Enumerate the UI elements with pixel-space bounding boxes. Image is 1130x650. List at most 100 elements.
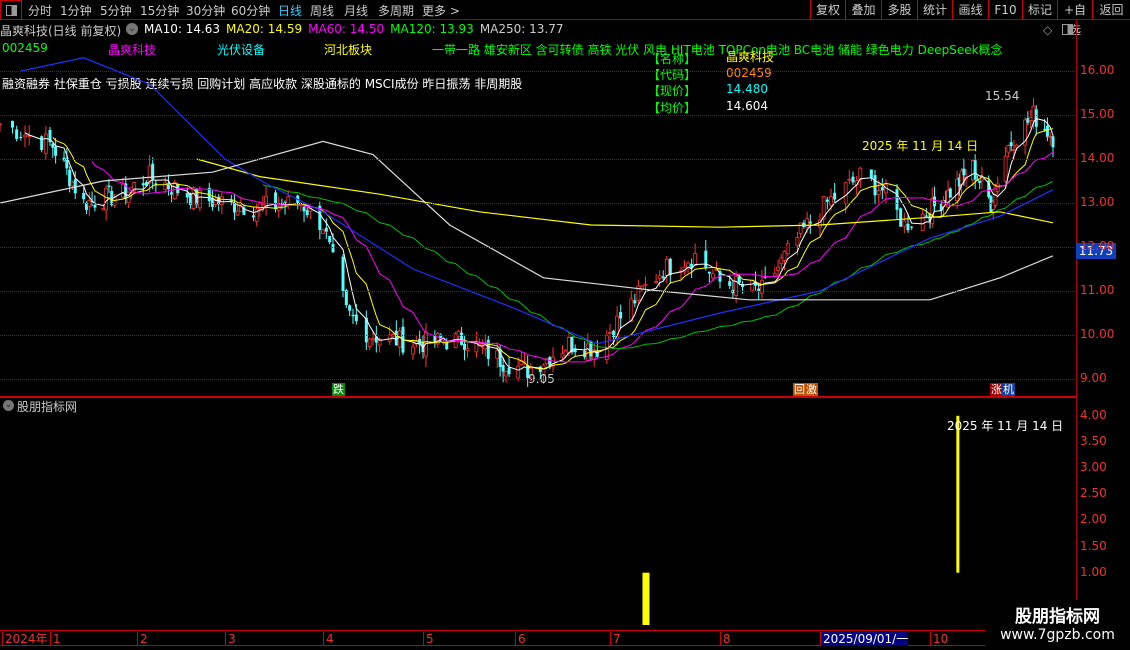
indicator-tick: 3.00 — [1080, 460, 1107, 475]
info-code-label: 【代码】 — [648, 68, 697, 82]
candle — [808, 214, 812, 234]
candle — [585, 333, 590, 362]
candle — [504, 370, 508, 383]
signal-ji: 激 — [805, 383, 818, 396]
date-label: 2 — [137, 632, 148, 646]
date-label: 1 — [50, 632, 61, 646]
candle — [40, 135, 44, 153]
candle — [151, 157, 155, 190]
candle — [302, 206, 306, 223]
candle — [920, 208, 925, 231]
price-tick: 9.00 — [1080, 371, 1107, 385]
date-label: 5 — [423, 632, 434, 646]
candle — [654, 273, 659, 284]
candle — [367, 337, 372, 351]
candle — [876, 180, 881, 204]
candle — [847, 170, 852, 184]
candle — [1006, 144, 1011, 158]
sub-date-annotation: 2025 年 11 月 14 日 — [947, 419, 1064, 433]
candle — [210, 190, 214, 211]
date-annotation: 2025 年 11 月 14 日 — [862, 139, 979, 153]
indicator-tick: 1.00 — [1080, 564, 1107, 579]
candle — [779, 254, 784, 270]
watermark-title: 股朋指标网 — [1015, 607, 1100, 627]
grid-line — [0, 203, 1075, 204]
indicator-bar — [642, 572, 650, 625]
candle — [121, 177, 125, 200]
candle — [397, 327, 402, 357]
date-label: 2025/09/01/一 — [820, 632, 909, 646]
candle — [763, 266, 767, 280]
candle — [351, 308, 355, 324]
candle — [48, 126, 52, 147]
candle — [772, 266, 777, 277]
candle — [668, 257, 672, 284]
candle — [1048, 132, 1053, 146]
candle — [707, 271, 711, 283]
candle — [154, 180, 158, 193]
candlestick-chart[interactable] — [0, 0, 1076, 396]
indicator-chart — [642, 415, 960, 625]
price-axis — [1076, 20, 1077, 630]
candle — [170, 184, 174, 203]
candle — [1023, 117, 1028, 155]
price-tick: 13.00 — [1080, 195, 1115, 209]
candle — [62, 151, 66, 162]
high-annotation: 15.54 — [985, 89, 1020, 103]
candle — [486, 335, 490, 367]
price-tick: 11.00 — [1080, 283, 1115, 297]
candle — [433, 330, 437, 348]
candle — [880, 178, 884, 199]
candle — [305, 207, 309, 218]
candle — [519, 350, 524, 366]
candle — [633, 293, 637, 308]
candle — [394, 320, 398, 346]
price-tick: 15.00 — [1080, 107, 1115, 121]
candle — [23, 125, 27, 148]
candle — [185, 187, 189, 204]
toolbar-button-8[interactable]: 返回 — [1092, 0, 1130, 20]
signal-ji2: 机 — [1002, 383, 1015, 396]
info-avg: 14.604 — [726, 99, 768, 113]
candle — [401, 318, 405, 355]
candle — [978, 180, 982, 190]
candle — [682, 260, 687, 275]
long-ma-line-2 — [0, 140, 1054, 301]
signal-die: 跌 — [332, 383, 345, 396]
candle — [930, 187, 935, 228]
date-label: 3 — [225, 632, 236, 646]
candle — [902, 212, 907, 234]
candle — [11, 120, 14, 134]
info-avg-label: 【均价】 — [648, 101, 697, 115]
date-axis: 2024年 1 2 3 4 5 6 7 8 2025/09/01/一 10 — [0, 630, 1076, 646]
candle — [460, 327, 464, 346]
info-price: 14.480 — [726, 82, 768, 96]
candle — [197, 186, 202, 212]
grid-line — [0, 159, 1075, 160]
ma20-line — [91, 151, 1054, 363]
candle — [858, 166, 863, 189]
candle — [615, 305, 619, 346]
watermark-url: www.7gpzb.com — [1000, 627, 1115, 643]
candle — [664, 255, 669, 284]
price-tick: 10.00 — [1080, 327, 1115, 341]
date-label: 10 — [930, 632, 948, 646]
grid-line — [0, 291, 1075, 292]
candle — [456, 330, 461, 344]
candle — [374, 325, 378, 353]
candle — [321, 228, 325, 234]
price-tick: 16.00 — [1080, 63, 1115, 77]
info-name-label: 【名称】 — [648, 52, 697, 66]
candle — [188, 192, 192, 209]
candle — [43, 126, 48, 160]
candle — [364, 310, 368, 351]
candle — [274, 189, 278, 213]
grid-line — [0, 71, 1075, 72]
candle — [318, 201, 322, 240]
candle — [463, 334, 467, 361]
candle — [51, 141, 55, 158]
indicator-tick: 2.00 — [1080, 512, 1107, 527]
info-price-label: 【现价】 — [648, 84, 697, 98]
candle — [251, 207, 255, 221]
candle — [465, 343, 470, 358]
